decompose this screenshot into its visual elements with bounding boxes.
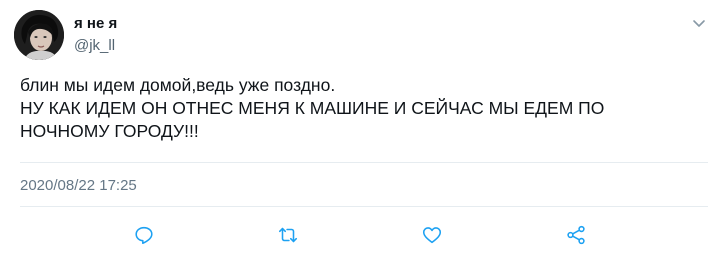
reply-icon [135, 226, 153, 245]
author-display-name[interactable]: я не я [74, 15, 117, 33]
like-icon [422, 227, 442, 244]
share-button[interactable] [559, 218, 593, 252]
tweet-text-line: НУ КАК ИДЕМ ОН ОТНЕС МЕНЯ К МАШИНЕ И СЕЙ… [20, 98, 605, 118]
divider [20, 206, 708, 207]
tweet-text-line: НОЧНОМУ ГОРОДУ!!! [20, 121, 199, 141]
retweet-button[interactable] [271, 218, 305, 252]
avatar[interactable] [14, 10, 64, 60]
reply-button[interactable] [127, 218, 161, 252]
tweet-timestamp[interactable]: 2020/08/22 17:25 [20, 177, 137, 195]
tweet-card: я не я @jk_ll блин мы идем домой,ведь уж… [0, 0, 720, 266]
action-bar [0, 218, 720, 252]
chevron-down-icon[interactable] [690, 14, 708, 32]
author-handle[interactable]: @jk_ll [74, 37, 115, 55]
tweet-text-line: блин мы идем домой,ведь уже поздно. [20, 75, 336, 95]
like-button[interactable] [415, 218, 449, 252]
share-icon [567, 225, 585, 245]
retweet-icon [278, 227, 298, 243]
tweet-text: блин мы идем домой,ведь уже поздно. НУ К… [20, 74, 700, 143]
profile-photo [14, 10, 64, 60]
divider [20, 162, 708, 163]
